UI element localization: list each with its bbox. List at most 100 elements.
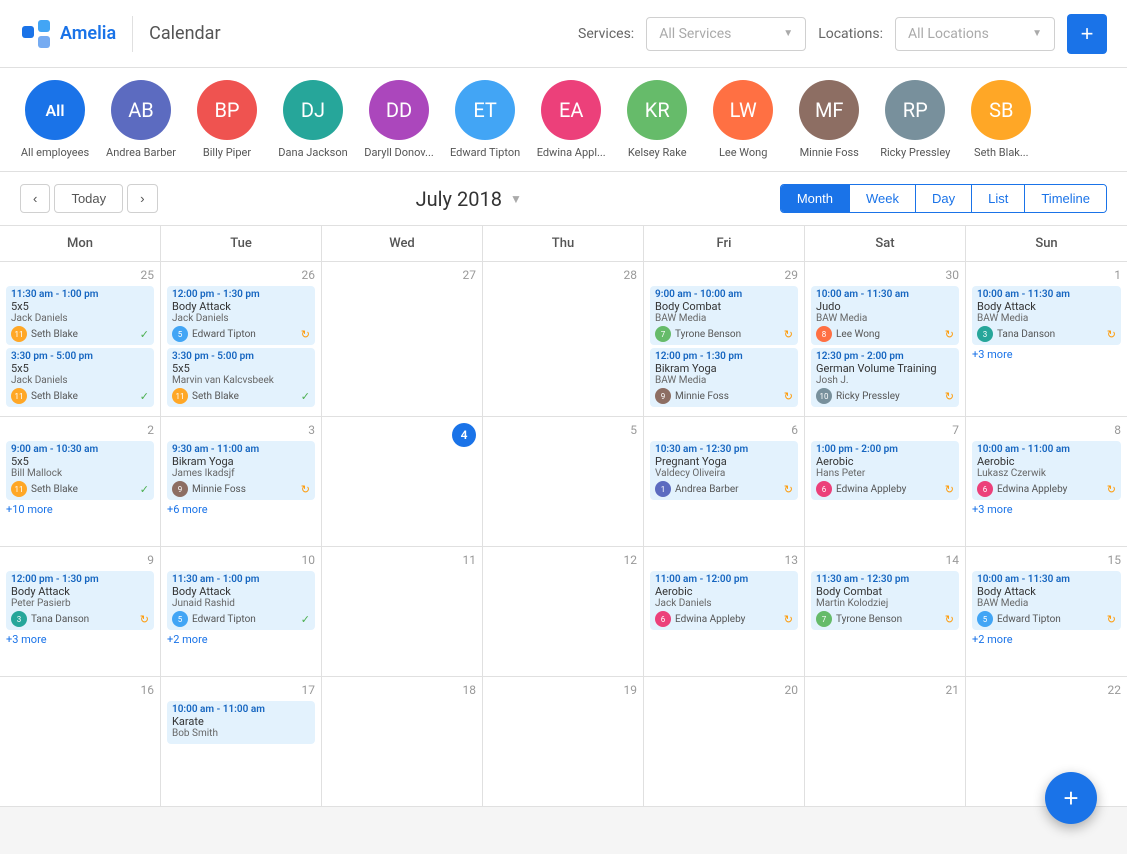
cal-date-22: 22	[972, 683, 1121, 697]
event-2-0[interactable]: 9:00 am - 10:30 am 5x5 Bill Mallock 11 S…	[6, 441, 154, 500]
status-refresh-icon: ↻	[945, 613, 954, 626]
event-person: Tana Danson	[997, 329, 1055, 340]
employee-item-edward[interactable]: ETEdward Tipton	[450, 80, 520, 159]
cal-cell-29: 29 9:00 am - 10:00 am Body Combat BAW Me…	[644, 262, 805, 417]
employee-item-billy[interactable]: BPBilly Piper	[192, 80, 262, 159]
event-org: Bob Smith	[172, 728, 310, 739]
event-7-0[interactable]: 1:00 pm - 2:00 pm Aerobic Hans Peter 6 E…	[811, 441, 959, 500]
cal-header-sat: Sat	[805, 226, 966, 261]
more-link-2[interactable]: +10 more	[6, 503, 154, 516]
event-person: Minnie Foss	[192, 484, 246, 495]
event-3-0[interactable]: 9:30 am - 11:00 am Bikram Yoga James Ika…	[167, 441, 315, 500]
event-avatar: 9	[655, 388, 671, 404]
event-footer: 5 Edward Tipton ↻	[977, 611, 1116, 627]
event-29-1[interactable]: 12:00 pm - 1:30 pm Bikram Yoga BAW Media…	[650, 348, 798, 407]
event-footer: 11 Seth Blake ✓	[11, 326, 149, 342]
employee-item-seth[interactable]: SBSeth Blak...	[966, 80, 1036, 159]
view-btn-week[interactable]: Week	[850, 185, 916, 212]
event-name: Bikram Yoga	[655, 362, 793, 375]
locations-select[interactable]: All Locations ▼	[895, 17, 1055, 51]
event-org: BAW Media	[977, 598, 1116, 609]
more-link-15[interactable]: +2 more	[972, 633, 1121, 646]
event-30-0[interactable]: 10:00 am - 11:30 am Judo BAW Media 8 Lee…	[811, 286, 959, 345]
event-org: BAW Media	[655, 375, 793, 386]
event-footer: 9 Minnie Foss ↻	[655, 388, 793, 404]
cal-date-13: 13	[650, 553, 798, 567]
employee-item-daryll[interactable]: DDDaryll Donov...	[364, 80, 434, 159]
more-link-1[interactable]: +3 more	[972, 348, 1121, 361]
employee-item-lee[interactable]: LWLee Wong	[708, 80, 778, 159]
employee-item-kelsey[interactable]: KRKelsey Rake	[622, 80, 692, 159]
event-org: BAW Media	[977, 313, 1116, 324]
employee-item-edwina[interactable]: EAEdwina Appl...	[536, 80, 606, 159]
employee-avatar-all: All	[25, 80, 85, 140]
event-6-0[interactable]: 10:30 am - 12:30 pm Pregnant Yoga Valdec…	[650, 441, 798, 500]
employee-item-minnie[interactable]: MFMinnie Foss	[794, 80, 864, 159]
event-person: Lee Wong	[836, 329, 880, 340]
event-name: 5x5	[11, 300, 149, 313]
event-avatar: 11	[11, 481, 27, 497]
event-26-1[interactable]: 3:30 pm - 5:00 pm 5x5 Marvin van Kalcvsb…	[167, 348, 315, 407]
event-29-0[interactable]: 9:00 am - 10:00 am Body Combat BAW Media…	[650, 286, 798, 345]
cal-header-sun: Sun	[966, 226, 1127, 261]
employee-name-lee: Lee Wong	[719, 146, 767, 159]
status-refresh-icon: ↻	[945, 390, 954, 403]
event-15-0[interactable]: 10:00 am - 11:30 am Body Attack BAW Medi…	[972, 571, 1121, 630]
event-10-0[interactable]: 11:30 am - 1:00 pm Body Attack Junaid Ra…	[167, 571, 315, 630]
next-button[interactable]: ›	[127, 184, 157, 213]
view-btn-timeline[interactable]: Timeline	[1025, 185, 1106, 212]
event-25-1[interactable]: 3:30 pm - 5:00 pm 5x5 Jack Daniels 11 Se…	[6, 348, 154, 407]
event-1-0[interactable]: 10:00 am - 11:30 am Body Attack BAW Medi…	[972, 286, 1121, 345]
event-footer: 9 Minnie Foss ↻	[172, 481, 310, 497]
event-30-1[interactable]: 12:30 pm - 2:00 pm German Volume Trainin…	[811, 348, 959, 407]
event-9-0[interactable]: 12:00 pm - 1:30 pm Body Attack Peter Pas…	[6, 571, 154, 630]
more-link-8[interactable]: +3 more	[972, 503, 1121, 516]
event-8-0[interactable]: 10:00 am - 11:00 am Aerobic Lukasz Czerw…	[972, 441, 1121, 500]
cal-date-15: 15	[972, 553, 1121, 567]
event-org: Jack Daniels	[11, 375, 149, 386]
event-name: German Volume Training	[816, 362, 954, 375]
status-refresh-icon: ↻	[301, 328, 310, 341]
event-footer: 7 Tyrone Benson ↻	[655, 326, 793, 342]
event-time: 12:00 pm - 1:30 pm	[655, 351, 793, 362]
cal-cell-15: 15 10:00 am - 11:30 am Body Attack BAW M…	[966, 547, 1127, 677]
cal-cell-18: 18	[322, 677, 483, 807]
header-add-button[interactable]: +	[1067, 14, 1107, 54]
event-26-0[interactable]: 12:00 pm - 1:30 pm Body Attack Jack Dani…	[167, 286, 315, 345]
event-name: 5x5	[11, 362, 149, 375]
event-name: Karate	[172, 715, 310, 728]
cal-date-2: 2	[6, 423, 154, 437]
more-link-3[interactable]: +6 more	[167, 503, 315, 516]
event-person: Seth Blake	[31, 391, 78, 402]
event-org: Jack Daniels	[11, 313, 149, 324]
event-person: Andrea Barber	[675, 484, 739, 495]
event-17-0[interactable]: 10:00 am - 11:00 am Karate Bob Smith	[167, 701, 315, 744]
view-btn-month[interactable]: Month	[781, 185, 850, 212]
event-14-0[interactable]: 11:30 am - 12:30 pm Body Combat Martin K…	[811, 571, 959, 630]
cal-date-17: 17	[167, 683, 315, 697]
event-time: 11:00 am - 12:00 pm	[655, 574, 793, 585]
event-person: Edwina Appleby	[836, 484, 906, 495]
event-time: 11:30 am - 12:30 pm	[816, 574, 954, 585]
prev-button[interactable]: ‹	[20, 184, 50, 213]
more-link-10[interactable]: +2 more	[167, 633, 315, 646]
services-select[interactable]: All Services ▼	[646, 17, 806, 51]
month-dropdown-icon[interactable]: ▼	[510, 192, 522, 206]
view-btn-day[interactable]: Day	[916, 185, 972, 212]
event-25-0[interactable]: 11:30 am - 1:00 pm 5x5 Jack Daniels 11 S…	[6, 286, 154, 345]
cal-date-28: 28	[489, 268, 637, 282]
event-avatar: 6	[977, 481, 993, 497]
employee-item-ricky[interactable]: RPRicky Pressley	[880, 80, 950, 159]
event-13-0[interactable]: 11:00 am - 12:00 pm Aerobic Jack Daniels…	[650, 571, 798, 630]
cal-date-3: 3	[167, 423, 315, 437]
today-button[interactable]: Today	[54, 184, 123, 213]
more-link-9[interactable]: +3 more	[6, 633, 154, 646]
cal-cell-7: 7 1:00 pm - 2:00 pm Aerobic Hans Peter 6…	[805, 417, 966, 547]
employee-item-dana[interactable]: DJDana Jackson	[278, 80, 348, 159]
employee-item-andrea[interactable]: ABAndrea Barber	[106, 80, 176, 159]
status-check-icon: ✓	[301, 390, 310, 403]
fab-add-button[interactable]: +	[1045, 772, 1097, 824]
view-btn-list[interactable]: List	[972, 185, 1025, 212]
employee-item-all[interactable]: AllAll employees	[20, 80, 90, 159]
cal-date-6: 6	[650, 423, 798, 437]
